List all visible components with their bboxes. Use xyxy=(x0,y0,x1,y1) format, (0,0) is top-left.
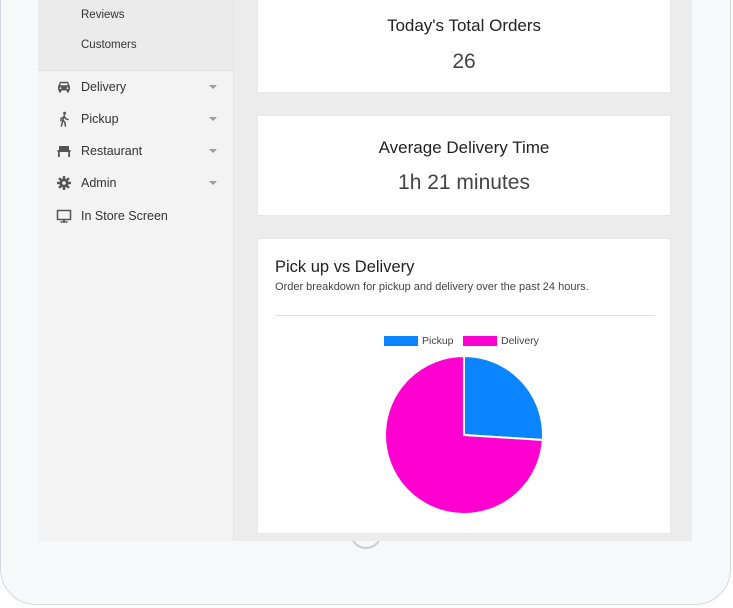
chart-subtitle: Order breakdown for pickup and delivery … xyxy=(275,281,589,293)
chevron-down-icon xyxy=(209,181,217,185)
walking-person-icon xyxy=(60,111,69,127)
total-orders-title: Today's Total Orders xyxy=(386,16,542,35)
sidebar-item-label: Pickup xyxy=(81,112,119,126)
sidebar-item-delivery[interactable]: Delivery xyxy=(38,75,233,101)
sidebar-item-label: In Store Screen xyxy=(81,209,168,223)
avg-delivery-time-title: Average Delivery Time xyxy=(378,138,550,157)
sidebar-subitem-reviews[interactable]: Reviews xyxy=(81,9,124,21)
chart-title: Pick up vs Delivery xyxy=(275,258,415,276)
divider xyxy=(275,315,655,316)
sidebar-item-label: Restaurant xyxy=(81,144,143,158)
pickup-vs-delivery-card: Pick up vs Delivery Order breakdown for … xyxy=(257,238,671,534)
app-screen: Reviews Customers Delivery Pickup Restau… xyxy=(38,0,692,541)
legend-label-pickup: Pickup xyxy=(422,335,454,347)
sidebar-item-admin[interactable]: Admin xyxy=(38,171,233,197)
total-orders-card: Today's Total Orders 26 xyxy=(257,0,671,93)
sidebar-item-in-store-screen[interactable]: In Store Screen xyxy=(38,204,233,230)
sidebar-subitem-customers[interactable]: Customers xyxy=(81,39,137,51)
restaurant-table-icon xyxy=(57,146,71,157)
avg-delivery-time-value: 1h 21 minutes xyxy=(398,171,530,194)
legend-label-delivery: Delivery xyxy=(501,335,539,347)
legend-swatch-delivery[interactable] xyxy=(463,336,497,346)
sidebar-subgroup: Reviews Customers xyxy=(38,0,233,71)
pie-chart xyxy=(384,354,544,515)
sidebar: Reviews Customers Delivery Pickup Restau… xyxy=(38,0,234,541)
chevron-down-icon xyxy=(209,85,217,89)
monitor-icon xyxy=(56,209,72,223)
chevron-down-icon xyxy=(209,149,217,153)
sidebar-item-label: Admin xyxy=(81,176,117,190)
pie-slice-pickup[interactable] xyxy=(463,354,544,442)
gear-icon xyxy=(57,176,71,190)
sidebar-item-label: Delivery xyxy=(81,80,127,94)
total-orders-value: 26 xyxy=(452,50,476,73)
chevron-down-icon xyxy=(209,117,217,121)
legend-swatch-pickup[interactable] xyxy=(384,336,418,346)
sidebar-item-pickup[interactable]: Pickup xyxy=(38,107,233,133)
car-icon xyxy=(57,81,71,93)
sidebar-item-restaurant[interactable]: Restaurant xyxy=(38,139,233,165)
avg-delivery-time-card: Average Delivery Time 1h 21 minutes xyxy=(257,115,671,216)
